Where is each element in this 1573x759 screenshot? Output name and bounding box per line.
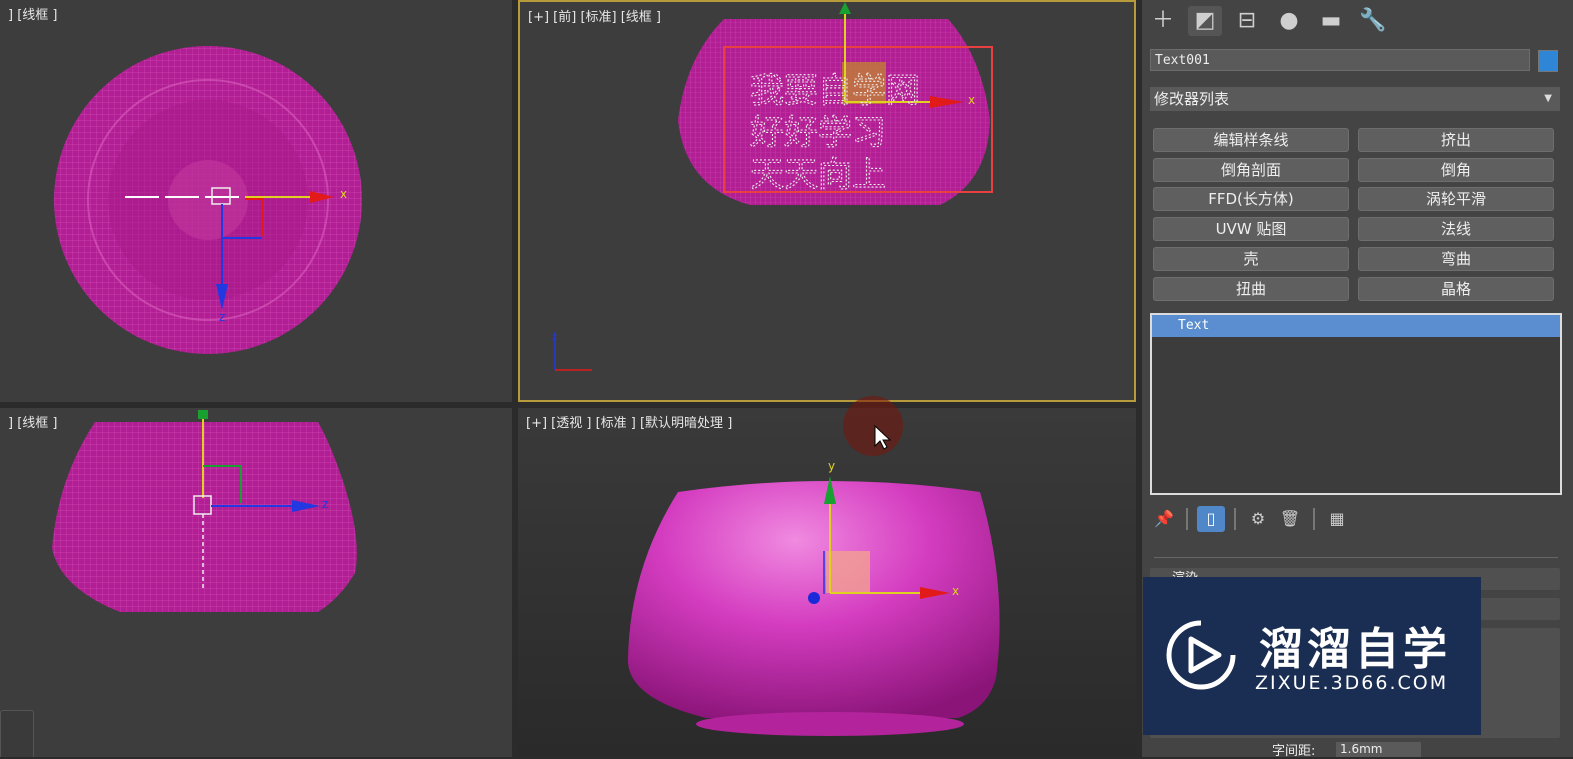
watermark-title: 溜溜自学 [1259,624,1451,675]
cursor-arrow-icon [874,424,892,450]
gizmo-plane [826,551,870,593]
modifier-button-normal[interactable]: 法线 [1358,217,1554,241]
axis-z-label: z [219,310,225,324]
axis-z-label: z [322,497,328,511]
modifier-button-lattice[interactable]: 晶格 [1358,277,1554,301]
hierarchy-icon[interactable]: ⊟ [1230,6,1264,36]
watermark-overlay: 溜溜自学 ZIXUE.3D66.COM [1143,577,1481,735]
modifier-button-ffd-box[interactable]: FFD(长方体) [1153,187,1349,211]
axis-x-label: x [340,187,347,201]
text-line-3: 天天向上 [750,155,886,195]
text-line-1: 我要自学网 [750,71,920,111]
bowl-left-wireframe [52,422,357,612]
pin-stack-icon[interactable]: 📌 [1150,506,1178,532]
play-logo-icon [1166,620,1236,690]
gizmo-z-label: z [552,333,557,343]
modifier-button-twist[interactable]: 扭曲 [1153,277,1349,301]
motion-icon[interactable]: ● [1272,6,1306,36]
axis-x-label: x [952,584,959,598]
viewport-layout-tab[interactable] [0,710,34,757]
perspective-scene: y x [627,459,1000,736]
front-view-scene: x 我要自学网 好好学习 天天向上 z [552,2,993,371]
modifier-button-turbosmooth[interactable]: 涡轮平滑 [1358,187,1554,211]
viewport-label[interactable]: [+] [透视 ] [标准 ] [默认明暗处理 ] [526,412,732,431]
stack-item-text[interactable]: Text [1152,315,1560,337]
watermark-url: ZIXUE.3D66.COM [1255,672,1449,694]
modifier-button-extrude[interactable]: 挤出 [1358,128,1554,152]
viewport-front[interactable]: x 我要自学网 好好学习 天天向上 z [+] [前] [标准] [线框 ] [518,0,1136,402]
top-view-scene: x z [54,46,362,354]
object-name-field[interactable]: Text001 [1150,49,1530,71]
text-line-2: 好好学习 [750,113,886,153]
toolbar-separator [1234,508,1236,530]
chevron-down-icon: ▼ [1544,93,1552,104]
modifier-button-shell[interactable]: 壳 [1153,247,1349,271]
utilities-icon[interactable]: 🔧 [1356,6,1390,36]
make-unique-icon[interactable]: ⚙ [1244,506,1272,532]
modifier-button-edit-spline[interactable]: 编辑样条线 [1153,128,1349,152]
show-end-result-icon[interactable]: ▯ [1197,506,1225,532]
char-spacing-label: 字间距: [1272,744,1316,759]
modifier-button-bend[interactable]: 弯曲 [1358,247,1554,271]
axis-x-label: x [968,93,975,107]
modify-icon[interactable]: ◩ [1188,6,1222,36]
modifier-list-dropdown[interactable]: 修改器列表 ▼ [1150,87,1560,111]
panel-tabs: ＋ ◩ ⊟ ● ▬ 🔧 [1142,0,1573,42]
axis-y-label: y [828,459,835,473]
viewport-top[interactable]: x z ] [线框 ] [0,0,512,402]
toolbar-separator [1186,508,1188,530]
viewport-left[interactable]: z ] [线框 ] [0,408,512,757]
modifier-button-uvw-map[interactable]: UVW 贴图 [1153,217,1349,241]
left-view-scene: z [52,410,357,612]
divider [1154,557,1558,558]
modifier-list-label: 修改器列表 [1154,90,1230,108]
object-color-swatch[interactable] [1538,50,1558,72]
char-spacing-spinner[interactable]: 1.6mm [1336,742,1421,757]
remove-modifier-icon[interactable]: 🗑 [1276,506,1304,532]
viewport-label[interactable]: ] [线框 ] [8,4,57,23]
modifier-button-bevel-profile[interactable]: 倒角剖面 [1153,158,1349,182]
create-icon[interactable]: ＋ [1146,6,1180,36]
mouse-cursor-highlight [843,396,903,456]
modifier-stack[interactable]: Text [1150,313,1562,495]
viewport-perspective[interactable]: y x [+] [透视 ] [标准 ] [默认明暗处理 ] [518,408,1136,757]
viewport-label[interactable]: [+] [前] [标准] [线框 ] [528,6,661,25]
configure-sets-icon[interactable]: ▦ [1323,506,1351,532]
toolbar-separator [1313,508,1315,530]
viewport-label[interactable]: ] [线框 ] [8,412,57,431]
modifier-button-bevel[interactable]: 倒角 [1358,158,1554,182]
display-icon[interactable]: ▬ [1314,6,1348,36]
